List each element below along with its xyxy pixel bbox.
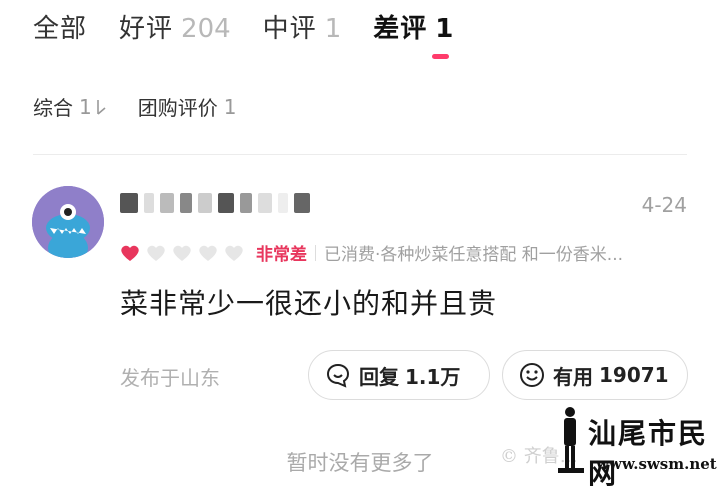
rating-row: 非常差 已消费·各种炒菜任意搭配 和一份香米...	[120, 240, 623, 265]
site-name-watermark: 汕尾市民网	[588, 417, 709, 490]
username-blurred	[120, 193, 310, 213]
post-location: 发布于山东	[120, 366, 220, 390]
active-tab-indicator	[432, 54, 449, 59]
filter-count: 1	[79, 94, 92, 119]
reply-label: 回复	[359, 364, 399, 389]
reply-icon	[326, 363, 350, 388]
tab-label: 差评	[373, 14, 428, 44]
heart-icon	[199, 245, 217, 261]
tab-count: 1	[324, 14, 342, 44]
avatar[interactable]	[32, 186, 104, 258]
filter-groupbuy[interactable]: 团购评价 1	[138, 92, 237, 121]
filter-label: 综合	[33, 96, 73, 120]
tab-label: 全部	[33, 14, 88, 44]
review-date: 4-24	[641, 193, 687, 217]
tab-label: 好评	[119, 14, 174, 44]
tab-count: 204	[181, 14, 231, 44]
sort-icon	[96, 99, 106, 115]
useful-label: 有用	[553, 364, 593, 389]
review-content: 菜非常少一很还小的和并且贵	[120, 287, 498, 320]
smile-icon	[520, 363, 544, 387]
useful-count: 19071	[599, 363, 669, 387]
useful-button[interactable]: 有用 19071	[502, 350, 688, 400]
rating-text: 非常差	[256, 245, 307, 265]
review-tabs: 全部 好评 204 中评 1 差评 1	[33, 8, 485, 54]
consume-info: 已消费·各种炒菜任意搭配 和一份香米...	[324, 245, 624, 265]
filter-count: 1	[223, 94, 237, 119]
filter-comprehensive[interactable]: 综合 1	[33, 92, 108, 121]
tab-negative[interactable]: 差评 1	[373, 8, 453, 45]
filter-bar: 综合 1 团购评价 1	[33, 92, 266, 121]
section-divider	[33, 154, 687, 155]
heart-icon	[173, 245, 191, 261]
avatar-monster-icon	[32, 186, 104, 258]
tab-neutral[interactable]: 中评 1	[263, 8, 342, 45]
heart-icon	[121, 245, 139, 261]
tab-positive[interactable]: 好评 204	[119, 8, 231, 45]
reply-button[interactable]: 回复 1.1万	[308, 350, 490, 400]
site-url-watermark: www.swsm.net	[596, 455, 717, 473]
reply-count: 1.1万	[405, 364, 461, 389]
heart-icon	[225, 245, 243, 261]
tab-label: 中评	[262, 14, 317, 44]
heart-icon	[147, 245, 165, 261]
tab-count: 1	[435, 14, 454, 44]
divider	[315, 244, 316, 261]
filter-label: 团购评价	[137, 96, 218, 120]
tab-all[interactable]: 全部	[33, 8, 87, 45]
